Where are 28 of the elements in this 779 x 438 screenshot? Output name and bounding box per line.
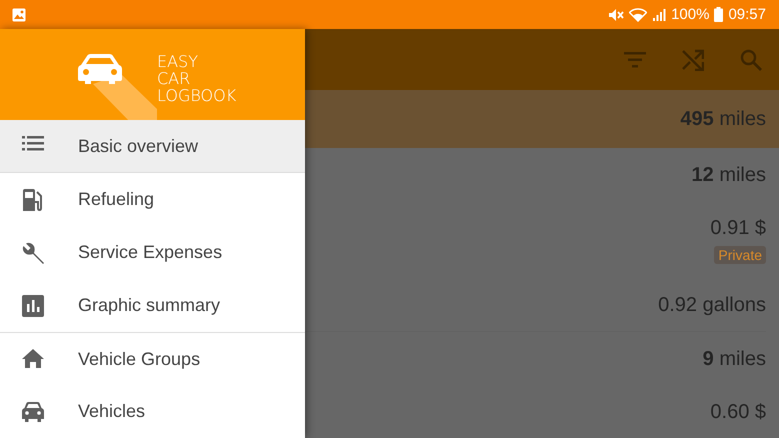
- entry-value: 0.92 gallons: [658, 294, 766, 317]
- menu-item[interactable]: Vehicles: [0, 385, 305, 438]
- bar-chart-icon: [22, 294, 44, 316]
- menu-item[interactable]: Refueling: [0, 173, 305, 226]
- menu-item[interactable]: Basic overview: [0, 120, 305, 173]
- app-name: EASY CAR LOGBOOK: [157, 53, 236, 104]
- menu-item[interactable]: Service Expenses: [0, 226, 305, 279]
- entry-value: 0.91 $: [710, 217, 766, 240]
- menu-item[interactable]: Graphic summary: [0, 279, 305, 332]
- shuffle-icon: [682, 48, 704, 70]
- car-icon: [22, 400, 44, 422]
- category-tag: Private: [714, 246, 766, 264]
- wifi-icon: [629, 8, 648, 22]
- total-distance: 495 miles: [680, 108, 766, 130]
- mute-icon: [608, 8, 624, 22]
- house-icon: [22, 348, 44, 370]
- menu-item[interactable]: Vehicle Groups: [0, 332, 305, 385]
- entry-value: 9 miles: [702, 348, 766, 371]
- wrench-icon: [22, 242, 44, 264]
- battery-percent: 100%: [671, 6, 710, 23]
- fuel-pump-icon: [22, 188, 44, 210]
- battery-icon: [714, 7, 724, 22]
- clock-time: 09:57: [728, 6, 766, 23]
- search-icon: [740, 48, 762, 70]
- entry-value: 12 miles: [692, 164, 766, 187]
- image-icon: [12, 8, 26, 22]
- signal-icon: [652, 8, 666, 22]
- entry-value: 0.60 $: [710, 401, 766, 424]
